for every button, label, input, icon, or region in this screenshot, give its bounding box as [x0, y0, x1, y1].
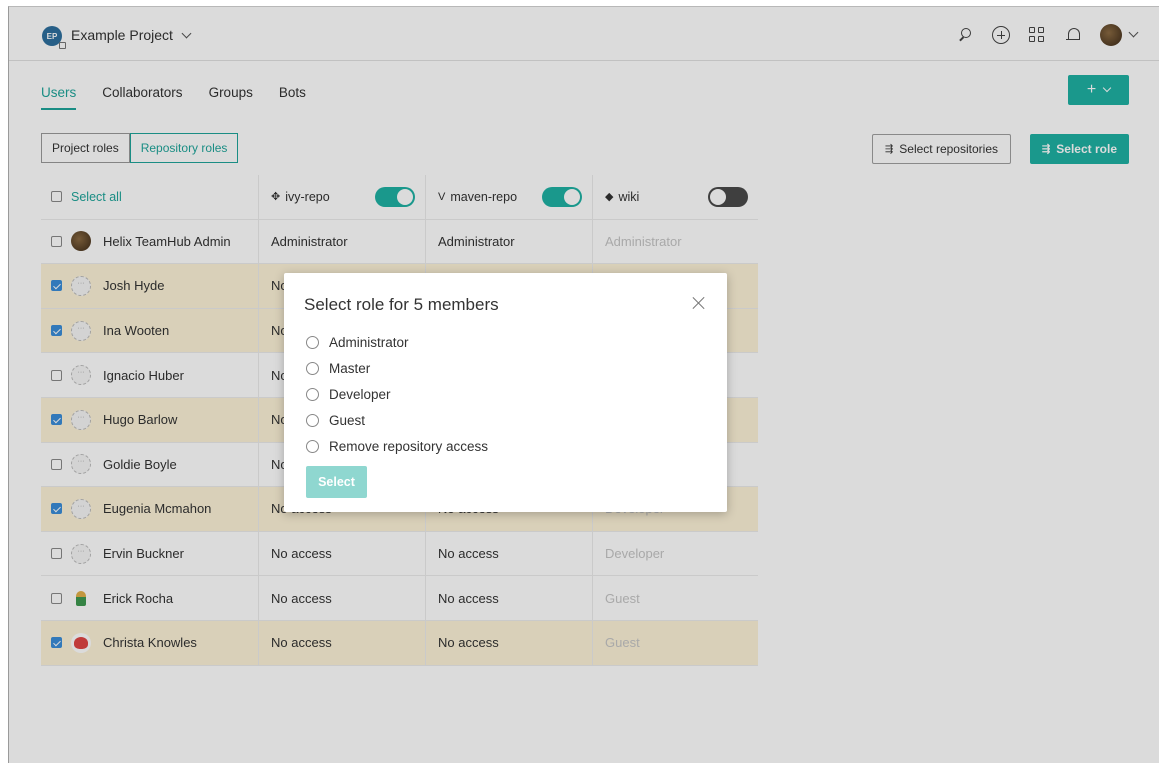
app-window: EP Example Project Users Collaborators G…	[8, 6, 1159, 763]
option-label: Master	[329, 361, 371, 377]
role-options: Administrator Master Developer Guest Rem…	[306, 330, 488, 459]
select-role-dialog: Select role for 5 members Administrator …	[284, 273, 727, 512]
role-option-guest[interactable]: Guest	[306, 407, 488, 433]
role-option-remove-access[interactable]: Remove repository access	[306, 433, 488, 459]
close-icon[interactable]	[691, 295, 707, 311]
radio-button[interactable]	[306, 439, 319, 453]
radio-button[interactable]	[306, 336, 319, 350]
role-option-developer[interactable]: Developer	[306, 382, 488, 408]
dialog-title: Select role for 5 members	[304, 295, 499, 314]
radio-button[interactable]	[306, 387, 319, 401]
role-option-administrator[interactable]: Administrator	[306, 330, 488, 356]
select-button[interactable]: Select	[306, 466, 367, 498]
option-label: Guest	[329, 412, 366, 428]
option-label: Remove repository access	[329, 438, 489, 454]
role-option-master[interactable]: Master	[306, 356, 488, 382]
option-label: Developer	[329, 386, 391, 402]
radio-button[interactable]	[306, 413, 319, 427]
option-label: Administrator	[329, 335, 409, 351]
radio-button[interactable]	[306, 362, 319, 376]
